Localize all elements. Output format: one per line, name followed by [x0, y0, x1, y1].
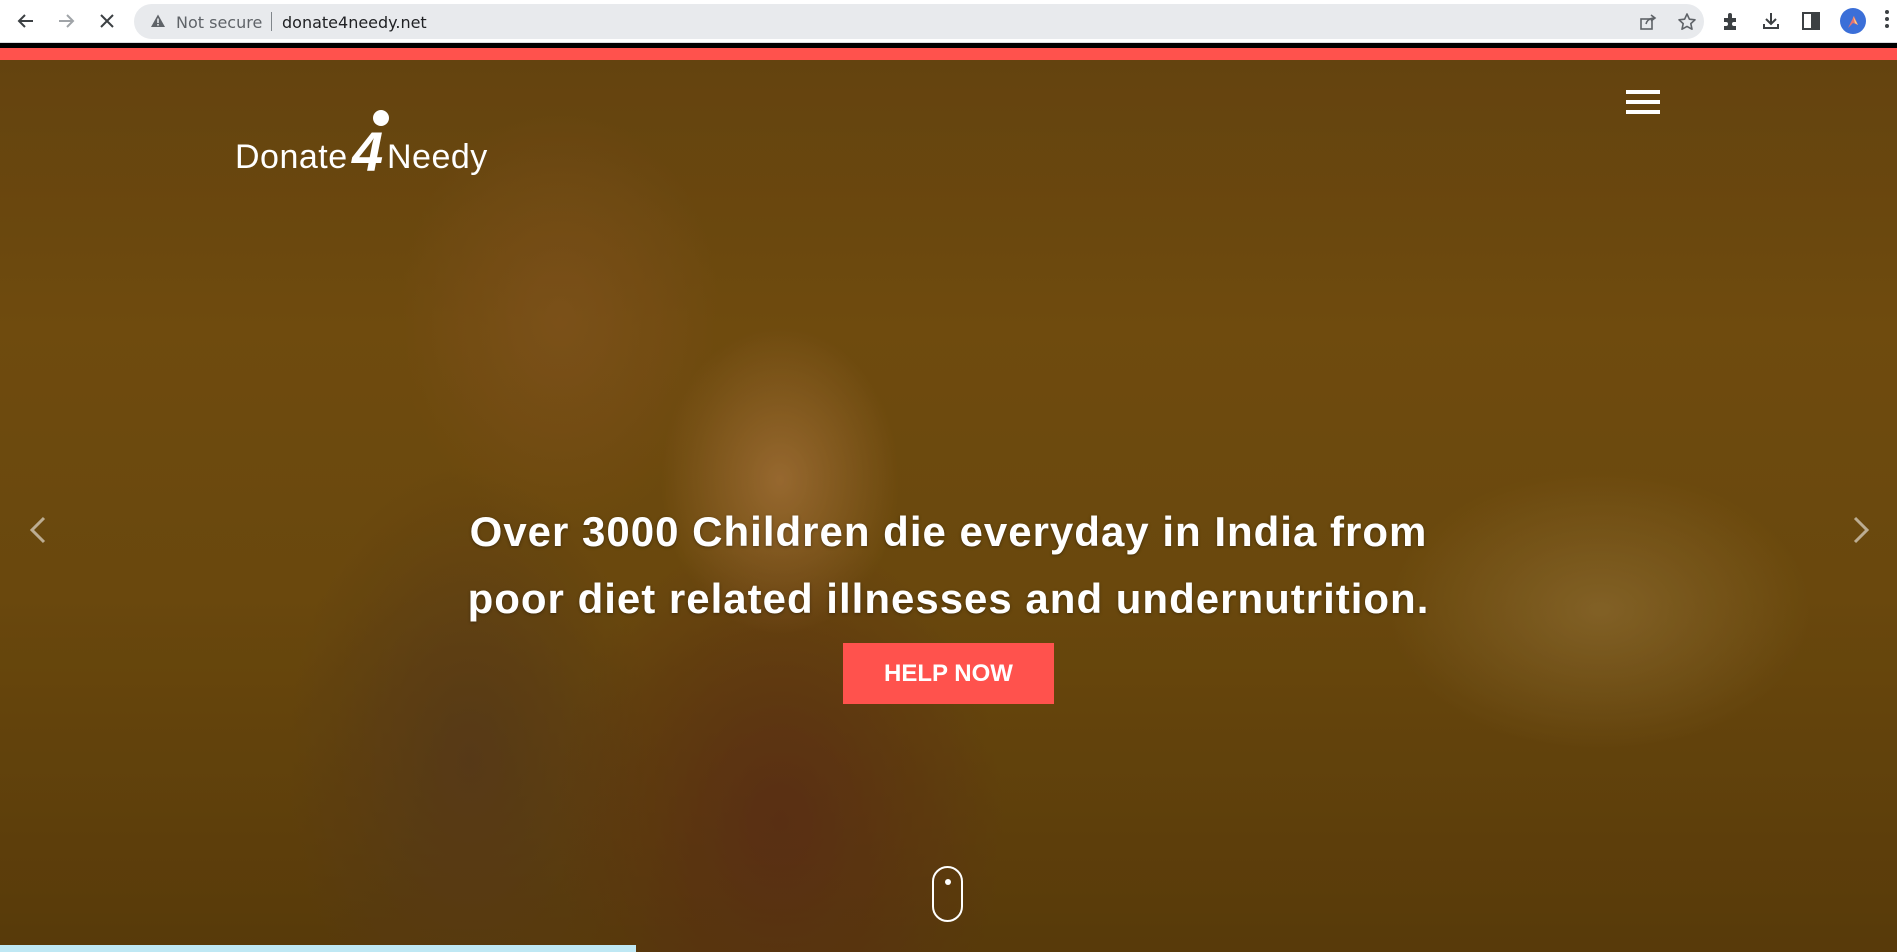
logo-text-4: 4: [352, 120, 384, 183]
warning-triangle-icon[interactable]: [150, 13, 166, 29]
browser-toolbar: Not secure donate4needy.net: [0, 0, 1897, 43]
hero-headline-line-1: Over 3000 Children die everyday in India…: [469, 508, 1428, 555]
browser-menu-icon[interactable]: [1884, 10, 1890, 32]
hero-banner: Donate 4 Needy Over 3000 Children die ev…: [0, 60, 1897, 952]
stop-loading-icon[interactable]: [94, 8, 120, 34]
chevron-left-icon[interactable]: [24, 510, 54, 550]
forward-icon[interactable]: [53, 8, 79, 34]
logo-text-donate: Donate: [235, 138, 348, 176]
back-icon[interactable]: [13, 8, 39, 34]
mouse-scroll-icon[interactable]: [932, 866, 963, 922]
help-now-button[interactable]: HELP NOW: [843, 643, 1054, 704]
logo-text-needy: Needy: [387, 138, 488, 176]
hero-headline: Over 3000 Children die everyday in India…: [350, 498, 1547, 632]
address-bar[interactable]: Not secure donate4needy.net: [134, 4, 1704, 39]
url-text[interactable]: donate4needy.net: [282, 13, 427, 32]
mouse-scroll-wheel: [945, 879, 951, 885]
hero-headline-line-2: poor diet related illnesses and undernut…: [467, 575, 1430, 622]
star-icon[interactable]: [1677, 12, 1697, 32]
hamburger-icon[interactable]: [1626, 90, 1660, 118]
puzzle-icon[interactable]: [1720, 10, 1742, 32]
profile-avatar[interactable]: [1840, 8, 1866, 34]
omnibox-divider: [271, 12, 272, 31]
chevron-right-icon[interactable]: [1845, 510, 1875, 550]
security-status[interactable]: Not secure: [176, 13, 262, 32]
page-loading-bar: [0, 945, 636, 952]
side-panel-icon[interactable]: [1800, 10, 1822, 32]
share-icon[interactable]: [1638, 12, 1658, 32]
top-accent-strip: [0, 48, 1897, 60]
download-icon[interactable]: [1760, 10, 1782, 32]
